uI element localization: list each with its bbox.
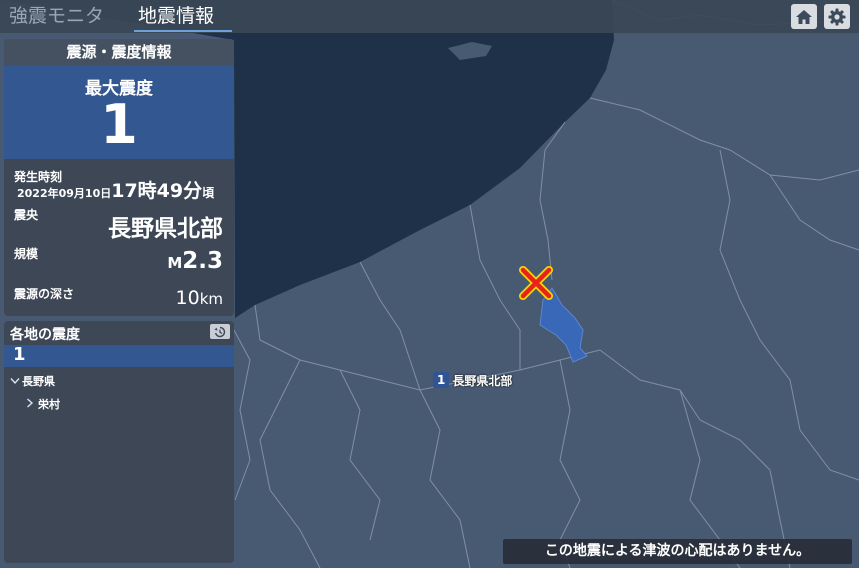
magnitude-prefix: M <box>167 254 183 272</box>
local-intensity-title: 各地の震度 <box>10 327 80 343</box>
top-bar: 強震モニタ 地震情報 <box>0 0 859 33</box>
map-region-intensity: 1 <box>433 372 450 388</box>
map-region-name: 長野県北部 <box>452 373 513 388</box>
tab-strong-motion-monitor[interactable]: 強震モニタ <box>9 3 104 29</box>
prefecture-name: 長野県 <box>22 375 55 388</box>
epicenter-value: 長野県北部 <box>108 216 223 242</box>
max-intensity-box: 最大震度 1 <box>4 66 234 159</box>
city-name: 栄村 <box>38 398 60 411</box>
city-item[interactable]: 栄村 <box>26 396 60 412</box>
depth-label: 震源の深さ <box>14 287 75 301</box>
local-intensity-panel: 各地の震度 1 長野県 栄村 <box>4 321 234 563</box>
intensity-group-row[interactable]: 1 <box>4 344 234 367</box>
prefecture-item[interactable]: 長野県 <box>10 373 55 389</box>
occurred-suffix: 頃 <box>202 186 215 200</box>
history-button[interactable] <box>210 324 230 339</box>
home-icon <box>796 9 812 24</box>
occurred-hour-minute: 17時49分 <box>111 180 203 202</box>
depth-value: 10 <box>175 287 200 309</box>
panel-title: 震源・震度情報 <box>4 39 234 66</box>
chevron-down-icon <box>10 378 20 385</box>
depth: 10km <box>176 287 224 309</box>
depth-unit: km <box>199 290 223 308</box>
history-icon <box>214 326 226 337</box>
magnitude-value: 2.3 <box>182 248 223 274</box>
occurred-date: 2022年09月10日 <box>17 187 112 200</box>
magnitude: M2.3 <box>167 248 223 274</box>
settings-button[interactable] <box>824 4 850 29</box>
epicenter-label: 震央 <box>14 208 39 222</box>
chevron-right-icon <box>27 398 34 408</box>
home-button[interactable] <box>791 4 817 29</box>
magnitude-label: 規模 <box>14 247 39 261</box>
tab-earthquake-info[interactable]: 地震情報 <box>138 3 214 29</box>
occurred-time: 2022年09月10日17時49分頃 <box>17 176 214 203</box>
intensity-group-value: 1 <box>13 344 26 365</box>
tsunami-notice: この地震による津波の心配はありません。 <box>503 539 852 564</box>
gear-icon <box>828 8 846 25</box>
earthquake-info-panel: 震源・震度情報 最大震度 1 発生時刻 2022年09月10日17時49分頃 震… <box>4 39 234 316</box>
map-region-label: 1 長野県北部 <box>433 371 512 389</box>
active-tab-indicator <box>134 30 232 32</box>
max-intensity-value: 1 <box>100 93 138 156</box>
